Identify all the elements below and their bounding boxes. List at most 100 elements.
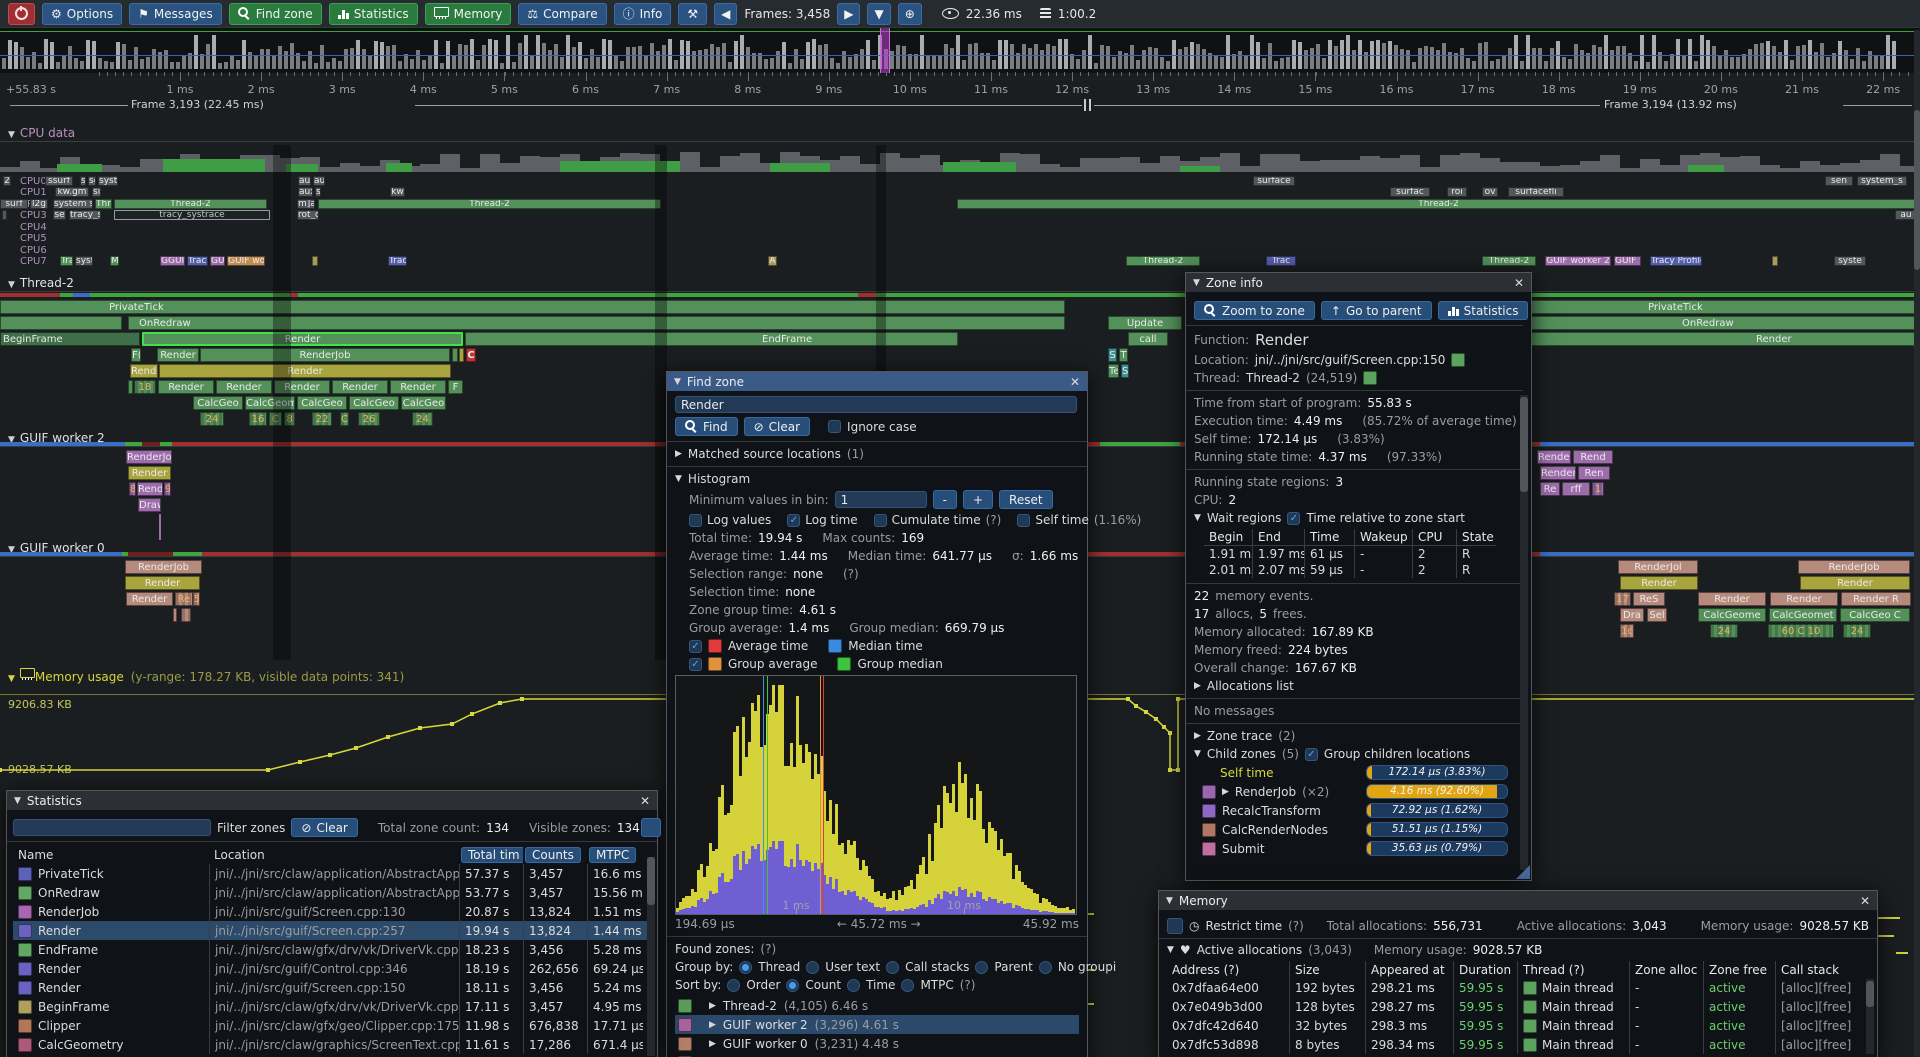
zone-chip[interactable]: s: [80, 176, 86, 186]
zone-chip[interactable]: Tracy: [388, 256, 407, 266]
zone-chip[interactable]: surf: [0, 199, 28, 209]
child-zone-row[interactable]: CalcRenderNodes51.51 µs (1.15%): [1202, 822, 1515, 837]
zone-chip[interactable]: Thread-2: [1482, 256, 1536, 266]
zone-chip[interactable]: 2: [3, 176, 11, 186]
zone-chip[interactable]: surfac: [1390, 187, 1430, 197]
zone-chip[interactable]: [181, 608, 191, 622]
collapse-icon[interactable]: ▼: [1194, 513, 1201, 523]
zone-chip[interactable]: ov: [1482, 187, 1498, 197]
zone-chip[interactable]: Draw: [138, 498, 161, 512]
zone-chip[interactable]: GUIF worker 2: [1545, 256, 1611, 266]
memory-scrollbar[interactable]: [1866, 979, 1874, 1054]
zone-chip[interactable]: Rend: [1573, 450, 1613, 464]
close-icon[interactable]: ✕: [640, 794, 650, 808]
child-zone-row[interactable]: ▶RenderJob(×2)4.16 ms (92.60%): [1202, 784, 1515, 799]
zone-chip[interactable]: S: [1121, 364, 1129, 378]
zone-chip[interactable]: GUIF wor: [227, 256, 265, 266]
zone-info-titlebar[interactable]: ▼ Zone info ✕: [1186, 273, 1531, 292]
mem-col-header[interactable]: Zone free: [1703, 961, 1775, 978]
zone-chip[interactable]: 26: [358, 412, 380, 426]
stats-table-row[interactable]: PrivateTickjni/../jni/src/claw/applicati…: [13, 864, 651, 883]
tools-button[interactable]: ⚒: [678, 3, 707, 25]
zone-chip[interactable]: rff: [1562, 482, 1590, 496]
collapse-icon[interactable]: ▼: [14, 796, 21, 806]
zone-chip[interactable]: m]a: [297, 199, 315, 209]
zone-chip[interactable]: GUI: [210, 256, 225, 266]
zone-chip[interactable]: 24: [200, 412, 224, 426]
zone-chip[interactable]: aux: [298, 187, 313, 197]
zone-chip[interactable]: syst: [98, 176, 118, 186]
zone-chip[interactable]: Trac: [1266, 256, 1296, 266]
memory-button[interactable]: Memory: [425, 3, 512, 25]
compare-button[interactable]: ⚖Compare: [518, 3, 606, 25]
found-zone-group[interactable]: ▶GUIF worker 2(3,296) 4.61 s: [675, 1015, 1079, 1034]
zone-chip[interactable]: 1: [1592, 482, 1604, 496]
allocation-row[interactable]: 0x7dfaa64e00192 bytes298.21 ms59.95 sMai…: [1167, 978, 1869, 997]
mem-col-header[interactable]: Zone alloc: [1629, 961, 1703, 978]
zone-chip[interactable]: 60 C 10: [1768, 624, 1834, 638]
collapse-icon[interactable]: ▼: [1194, 749, 1201, 759]
zone-chip[interactable]: 18: [134, 380, 156, 394]
expand-icon[interactable]: ▶: [1194, 681, 1201, 691]
user-text-radio[interactable]: [806, 961, 819, 974]
zone-chip[interactable]: 9: [164, 482, 171, 496]
zone-chip[interactable]: Render: [158, 380, 214, 394]
zone-chip[interactable]: au: [313, 176, 325, 186]
child-zone-row[interactable]: RecalcTransform72.92 µs (1.62%): [1202, 803, 1515, 818]
zone-chip[interactable]: au: [298, 176, 311, 186]
filter-zones-input[interactable]: [13, 819, 211, 836]
collapse-icon[interactable]: ▼: [675, 474, 682, 484]
zone-chip[interactable]: RenderJob: [126, 450, 172, 464]
zone-chip[interactable]: 1c: [1620, 624, 1634, 638]
zone-chip[interactable]: GGUIF: [160, 256, 185, 266]
zone-chip[interactable]: CalcGeomet: [1769, 608, 1837, 622]
messages-button[interactable]: ⚑Messages: [129, 3, 222, 25]
zone-chip[interactable]: RenderJob: [1798, 560, 1910, 574]
zone-chip[interactable]: A: [768, 256, 777, 266]
zone-chip[interactable]: Tra: [60, 256, 73, 266]
zoom-to-zone-button[interactable]: Zoom to zone: [1194, 301, 1315, 320]
zone-chip[interactable]: Render: [128, 466, 171, 480]
zone-chip[interactable]: 24: [412, 412, 433, 426]
stats-table-row[interactable]: RenderJobjni/../jni/src/guif/Screen.cpp:…: [13, 902, 651, 921]
zone-chip[interactable]: [452, 348, 458, 362]
prev-frame-button[interactable]: ◀: [714, 3, 737, 25]
count-radio[interactable]: [786, 979, 799, 992]
zone-chip[interactable]: [459, 348, 464, 362]
ignore-case-checkbox[interactable]: [828, 420, 841, 433]
zone-chip[interactable]: system se: [53, 199, 93, 209]
zone-chip[interactable]: system_s: [1857, 176, 1907, 186]
search-input[interactable]: [675, 396, 1077, 413]
zone-statistics-button[interactable]: Statistics: [1438, 301, 1529, 320]
go-to-parent-button[interactable]: ↑Go to parent: [1321, 301, 1432, 320]
zone-chip[interactable]: BeginFrame: [0, 332, 140, 346]
zone-chip[interactable]: RenderJob: [125, 560, 202, 574]
zone-chip[interactable]: CalcGeo: [401, 396, 446, 410]
col-total-time-button[interactable]: Total tim: [461, 847, 523, 863]
time-relative-checkbox[interactable]: ✓: [1287, 512, 1300, 525]
frame-dropdown-button[interactable]: ▼: [867, 3, 890, 25]
zone-chip[interactable]: Render: [126, 592, 173, 606]
stats-table-row[interactable]: Renderjni/../jni/src/guif/Screen.cpp:150…: [13, 978, 651, 997]
zone-chip[interactable]: Update: [1108, 316, 1182, 330]
stats-table-row[interactable]: Clipperjni/../jni/src/claw/gfx/geo/Clipp…: [13, 1016, 651, 1035]
zone-chip[interactable]: Render: [390, 380, 446, 394]
zone-chip[interactable]: 8: [129, 482, 136, 496]
zone-chip[interactable]: [173, 608, 177, 622]
mem-col-header[interactable]: Appeared at: [1365, 961, 1453, 978]
call-stacks-radio[interactable]: [886, 961, 899, 974]
zone-chip[interactable]: Render: [142, 332, 463, 346]
statistics-button[interactable]: Statistics: [329, 3, 418, 25]
zone-chip[interactable]: Rend: [137, 482, 163, 496]
zone-chip[interactable]: Ren: [1578, 466, 1610, 480]
stats-table-row[interactable]: OnRedrawjni/../jni/src/claw/application/…: [13, 883, 651, 902]
zone-chip[interactable]: OnRedraw: [128, 316, 1065, 330]
zone-chip[interactable]: s: [315, 187, 321, 197]
zone-chip[interactable]: CalcGeome: [1698, 608, 1766, 622]
zone-chip[interactable]: ReS: [1633, 592, 1665, 606]
bin-minus-button[interactable]: -: [933, 490, 957, 509]
col-counts-button[interactable]: Counts: [525, 847, 581, 863]
zone-chip[interactable]: 16: [249, 412, 267, 426]
zone-chip[interactable]: surfacefli: [1508, 187, 1564, 197]
zone-chip[interactable]: 17: [1614, 592, 1631, 606]
